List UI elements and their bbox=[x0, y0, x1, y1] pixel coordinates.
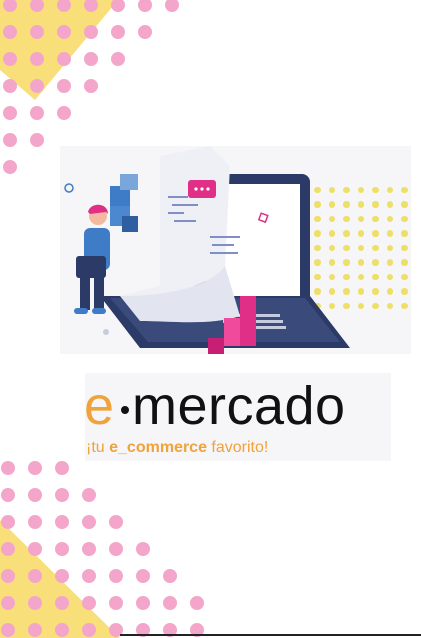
decorative-dot bbox=[1, 596, 15, 610]
decorative-dot bbox=[111, 52, 125, 66]
decorative-dot bbox=[57, 79, 71, 93]
decorative-dot bbox=[57, 52, 71, 66]
tagline: ¡tu e_commerce favorito! bbox=[86, 439, 268, 457]
decorative-dot bbox=[30, 25, 44, 39]
decorative-dot bbox=[30, 79, 44, 93]
tagline-before: ¡tu bbox=[86, 439, 110, 456]
tagline-after: favorito! bbox=[206, 439, 269, 456]
decorative-dot bbox=[55, 542, 69, 556]
decorative-dot bbox=[190, 596, 204, 610]
decorative-dot bbox=[3, 25, 17, 39]
decorative-dot bbox=[55, 623, 69, 637]
decorative-dot bbox=[82, 488, 96, 502]
decorative-dot bbox=[136, 596, 150, 610]
tagline-bold: e_commerce bbox=[109, 439, 207, 456]
decorative-dot bbox=[28, 488, 42, 502]
decorative-dot bbox=[82, 623, 96, 637]
decorative-dot bbox=[82, 542, 96, 556]
decorative-dot bbox=[84, 25, 98, 39]
decorative-dot bbox=[1, 542, 15, 556]
decorative-dot bbox=[30, 52, 44, 66]
decorative-dot bbox=[109, 515, 123, 529]
decorative-dot bbox=[84, 79, 98, 93]
logo-e: e bbox=[84, 376, 115, 436]
decorative-dot bbox=[163, 569, 177, 583]
bottom-divider bbox=[120, 634, 421, 636]
decorative-dot bbox=[136, 569, 150, 583]
decorative-dot bbox=[163, 596, 177, 610]
decorative-dot bbox=[30, 106, 44, 120]
decorative-dot bbox=[1, 569, 15, 583]
decorative-dot bbox=[165, 0, 179, 12]
decorative-dot bbox=[3, 133, 17, 147]
decorative-dot bbox=[138, 0, 152, 12]
decorative-dot bbox=[136, 542, 150, 556]
ecommerce-illustration bbox=[64, 146, 350, 354]
logo-dot bbox=[121, 406, 129, 414]
decorative-dot bbox=[57, 106, 71, 120]
decorative-dot bbox=[55, 569, 69, 583]
decorative-dot bbox=[3, 52, 17, 66]
decorative-dot bbox=[138, 25, 152, 39]
decorative-dot bbox=[30, 133, 44, 147]
decorative-dot bbox=[82, 515, 96, 529]
decorative-dot bbox=[111, 25, 125, 39]
decorative-dot bbox=[55, 515, 69, 529]
decorative-dot bbox=[55, 461, 69, 475]
decorative-dot bbox=[3, 160, 17, 174]
decorative-dot bbox=[1, 623, 15, 637]
decorative-dot bbox=[109, 542, 123, 556]
decorative-dot bbox=[55, 488, 69, 502]
cube-stack bbox=[110, 174, 138, 232]
decorative-dot bbox=[28, 542, 42, 556]
decorative-dot bbox=[28, 596, 42, 610]
decorative-dot bbox=[28, 569, 42, 583]
decorative-dot bbox=[57, 25, 71, 39]
logo-wordmark: mercado bbox=[132, 376, 346, 436]
decorative-dot bbox=[109, 569, 123, 583]
decorative-dot bbox=[1, 461, 15, 475]
decorative-dot bbox=[84, 52, 98, 66]
decorative-dot bbox=[3, 106, 17, 120]
decorative-dot bbox=[1, 515, 15, 529]
decorative-dot bbox=[28, 461, 42, 475]
decorative-dot bbox=[82, 596, 96, 610]
decorative-dot bbox=[28, 515, 42, 529]
decorative-dot bbox=[55, 596, 69, 610]
decorative-dot bbox=[1, 488, 15, 502]
decorative-dot bbox=[82, 569, 96, 583]
decorative-dot bbox=[3, 79, 17, 93]
decorative-dot bbox=[109, 596, 123, 610]
decorative-dot bbox=[28, 623, 42, 637]
